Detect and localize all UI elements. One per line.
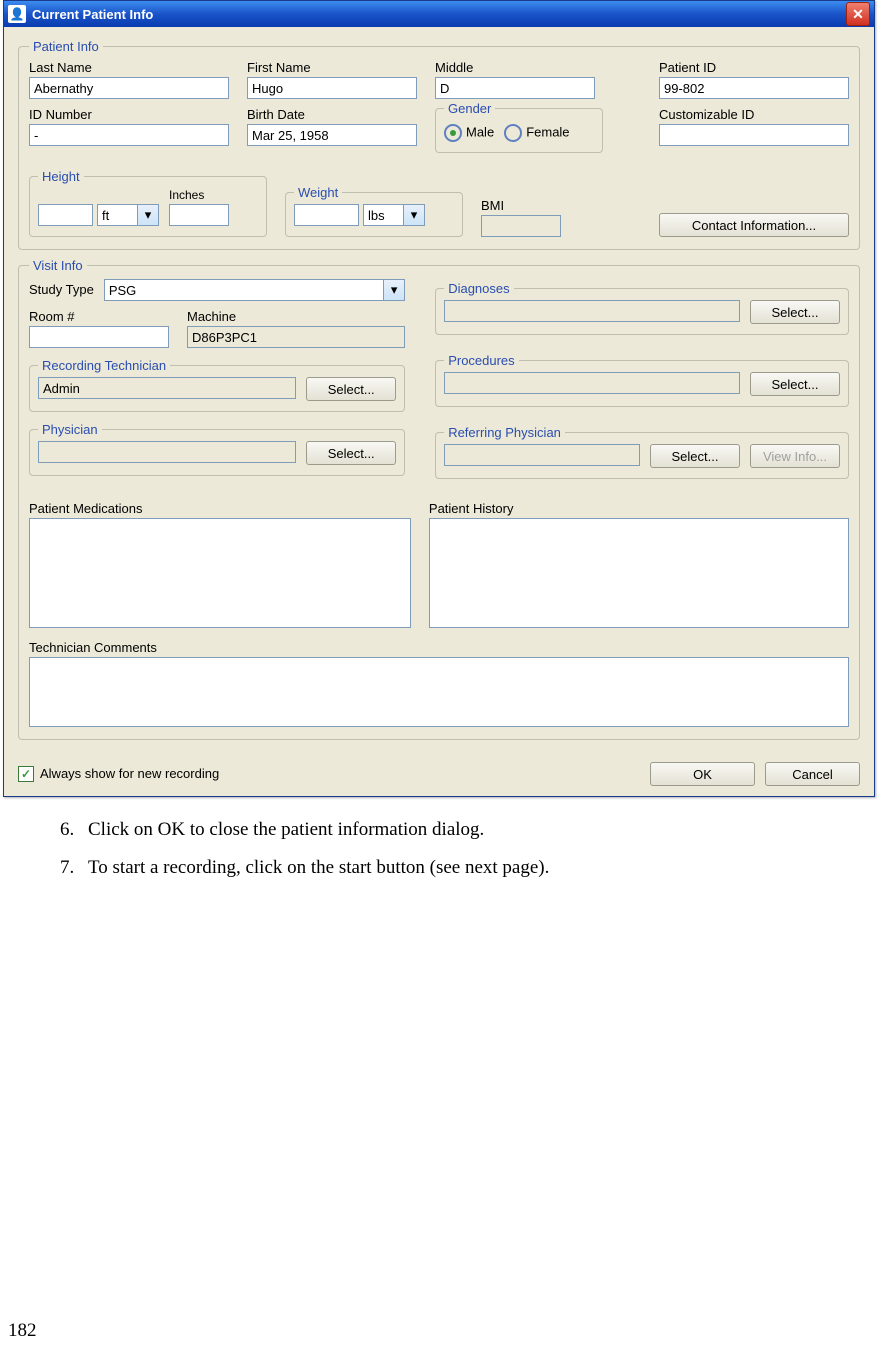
patient-info-legend: Patient Info [29,39,103,54]
bmi-input [481,215,561,237]
contact-info-button[interactable]: Contact Information... [659,213,849,237]
ref-physician-legend: Referring Physician [444,425,565,440]
weight-legend: Weight [294,185,342,200]
window-title: Current Patient Info [32,7,153,22]
physician-legend: Physician [38,422,102,437]
first-name-input[interactable] [247,77,417,99]
title-bar[interactable]: 👤 Current Patient Info ✕ [4,1,874,27]
recording-technician-group: Recording Technician Select... [29,358,405,412]
procedures-input [444,372,740,394]
last-name-label: Last Name [29,60,229,75]
close-icon[interactable]: ✕ [846,2,870,26]
physician-input [38,441,296,463]
app-icon: 👤 [8,5,26,23]
custom-id-input[interactable] [659,124,849,146]
middle-label: Middle [435,60,595,75]
tech-comments-label: Technician Comments [29,640,849,655]
weight-value-input[interactable] [294,204,359,226]
room-label: Room # [29,309,169,324]
rec-tech-input [38,377,296,399]
custom-id-label: Customizable ID [659,107,849,122]
rec-tech-legend: Recording Technician [38,358,170,373]
page-number: 182 [8,1320,37,1342]
height-inches-input[interactable] [169,204,229,226]
dialog-window: 👤 Current Patient Info ✕ Patient Info La… [3,0,875,797]
ref-physician-select-button[interactable]: Select... [650,444,740,468]
study-type-input[interactable] [104,279,383,301]
gender-female-radio[interactable]: Female [504,124,569,142]
machine-input [187,326,405,348]
height-legend: Height [38,169,84,184]
birth-date-input[interactable] [247,124,417,146]
procedures-legend: Procedures [444,353,518,368]
procedures-group: Procedures Select... [435,353,849,407]
height-group: Height ▾ Inches [29,169,267,237]
weight-group: Weight ▾ [285,185,463,237]
visit-info-legend: Visit Info [29,258,87,273]
chevron-down-icon[interactable]: ▾ [383,279,405,301]
room-input[interactable] [29,326,169,348]
first-name-label: First Name [247,60,417,75]
diagnoses-select-button[interactable]: Select... [750,300,840,324]
patient-id-label: Patient ID [659,60,849,75]
rec-tech-select-button[interactable]: Select... [306,377,396,401]
middle-input[interactable] [435,77,595,99]
gender-male-radio[interactable]: Male [444,124,494,142]
height-value-input[interactable] [38,204,93,226]
gender-group: Gender Male Female [435,101,603,153]
id-number-input[interactable] [29,124,229,146]
bmi-label: BMI [481,198,561,213]
last-name-input[interactable] [29,77,229,99]
procedures-select-button[interactable]: Select... [750,372,840,396]
machine-label: Machine [187,309,405,324]
always-show-checkbox[interactable]: ✓Always show for new recording [18,766,219,783]
chevron-down-icon[interactable]: ▾ [403,204,425,226]
cancel-button[interactable]: Cancel [765,762,860,786]
patient-info-group: Patient Info Last Name First Name Middle… [18,39,860,250]
visit-info-group: Visit Info Study Type ▾ Room # [18,258,860,740]
medications-textarea[interactable] [29,518,411,628]
id-number-label: ID Number [29,107,229,122]
inches-label: Inches [169,188,229,202]
ref-physician-view-button: View Info... [750,444,840,468]
history-textarea[interactable] [429,518,849,628]
history-label: Patient History [429,501,849,516]
height-unit-input[interactable] [97,204,137,226]
ok-button[interactable]: OK [650,762,755,786]
ref-physician-group: Referring Physician Select... View Info.… [435,425,849,479]
chevron-down-icon[interactable]: ▾ [137,204,159,226]
instruction-text: 6.Click on OK to close the patient infor… [0,797,885,884]
medications-label: Patient Medications [29,501,411,516]
patient-id-input[interactable] [659,77,849,99]
birth-date-label: Birth Date [247,107,417,122]
diagnoses-input [444,300,740,322]
diagnoses-group: Diagnoses Select... [435,281,849,335]
gender-legend: Gender [444,101,495,116]
ref-physician-input [444,444,640,466]
dialog-footer: ✓Always show for new recording OK Cancel [4,756,874,796]
physician-select-button[interactable]: Select... [306,441,396,465]
tech-comments-textarea[interactable] [29,657,849,727]
weight-unit-input[interactable] [363,204,403,226]
diagnoses-legend: Diagnoses [444,281,513,296]
study-type-label: Study Type [29,282,94,297]
physician-group: Physician Select... [29,422,405,476]
